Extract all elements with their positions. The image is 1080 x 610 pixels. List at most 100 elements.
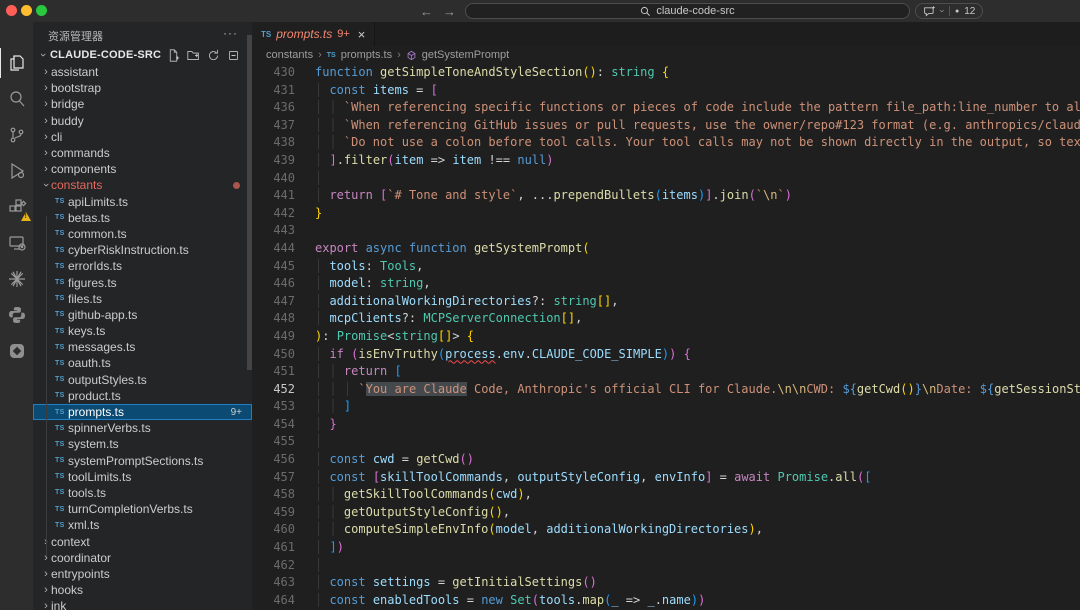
run-debug-icon[interactable] <box>0 156 33 186</box>
code-line-444[interactable]: 444export async function getSystemPrompt… <box>252 240 1080 258</box>
code-line-447[interactable]: 447│ additionalWorkingDirectories?: stri… <box>252 293 1080 311</box>
close-tab-icon[interactable]: × <box>358 27 366 42</box>
code-line-459[interactable]: 459│ │ getOutputStyleConfig(), <box>252 504 1080 522</box>
tree-item-ink[interactable]: ›ink <box>33 598 252 610</box>
tab-prompts-ts[interactable]: TS prompts.ts 9+ × <box>252 22 375 46</box>
tree-item-systemPromptSections-ts[interactable]: TSsystemPromptSections.ts <box>33 453 252 469</box>
tree-item-components[interactable]: ›components <box>33 161 252 177</box>
breadcrumb-symbol[interactable]: getSystemPrompt <box>422 49 509 61</box>
more-actions-icon[interactable]: ··· <box>223 26 238 40</box>
line-number: 445 <box>252 258 295 276</box>
code-line-455[interactable]: 455│ <box>252 433 1080 451</box>
tree-item-toolLimits-ts[interactable]: TStoolLimits.ts <box>33 469 252 485</box>
tab-bar: TS prompts.ts 9+ × <box>252 22 1080 46</box>
tree-item-commands[interactable]: ›commands <box>33 145 252 161</box>
code-line-460[interactable]: 460│ │ computeSimpleEnvInfo(model, addit… <box>252 521 1080 539</box>
tree-item-coordinator[interactable]: ›coordinator <box>33 550 252 566</box>
tree-item-assistant[interactable]: ›assistant <box>33 64 252 80</box>
tree-item-keys-ts[interactable]: TSkeys.ts <box>33 323 252 339</box>
code-line-446[interactable]: 446│ model: string, <box>252 275 1080 293</box>
tree-item-common-ts[interactable]: TScommon.ts <box>33 226 252 242</box>
tree-item-apiLimits-ts[interactable]: TSapiLimits.ts <box>33 194 252 210</box>
code-line-453[interactable]: 453│ │ ] <box>252 398 1080 416</box>
tree-item-figures-ts[interactable]: TSfigures.ts <box>33 274 252 290</box>
refresh-icon[interactable] <box>207 49 220 62</box>
code-line-437[interactable]: 437│ │ `When referencing GitHub issues o… <box>252 117 1080 135</box>
copilot-pill-group[interactable]: › ● 12 <box>915 3 983 19</box>
tree-item-errorIds-ts[interactable]: TSerrorIds.ts <box>33 258 252 274</box>
tree-item-cyberRiskInstruction-ts[interactable]: TScyberRiskInstruction.ts <box>33 242 252 258</box>
tree-item-xml-ts[interactable]: TSxml.ts <box>33 517 252 533</box>
code-line-441[interactable]: 441│ return [`# Tone and style`, ...prep… <box>252 187 1080 205</box>
code-line-456[interactable]: 456│ const cwd = getCwd() <box>252 451 1080 469</box>
code-line-439[interactable]: 439│ ].filter(item => item !== null) <box>252 152 1080 170</box>
forward-button[interactable]: → <box>443 4 456 19</box>
python-icon[interactable] <box>0 300 33 330</box>
new-folder-icon[interactable] <box>187 49 200 62</box>
back-button[interactable]: ← <box>420 4 433 19</box>
code-line-457[interactable]: 457│ const [skillToolCommands, outputSty… <box>252 469 1080 487</box>
tree-item-cli[interactable]: ›cli <box>33 129 252 145</box>
extension-diamond-icon[interactable] <box>0 336 33 366</box>
code-line-430[interactable]: 430function getSimpleToneAndStyleSection… <box>252 64 1080 82</box>
tree-item-entrypoints[interactable]: ›entrypoints <box>33 566 252 582</box>
starburst-icon[interactable] <box>0 264 33 294</box>
code-line-463[interactable]: 463│ const settings = getInitialSettings… <box>252 574 1080 592</box>
tree-item-hooks[interactable]: ›hooks <box>33 582 252 598</box>
ts-file-icon: TS <box>261 30 271 39</box>
code-line-464[interactable]: 464│ const enabledTools = new Set(tools.… <box>252 592 1080 610</box>
tree-item-context[interactable]: ›context <box>33 533 252 549</box>
tree-item-oauth-ts[interactable]: TSoauth.ts <box>33 355 252 371</box>
collapse-all-icon[interactable] <box>227 49 240 62</box>
maximize-window-button[interactable] <box>36 5 47 16</box>
code-line-451[interactable]: 451│ │ return [ <box>252 363 1080 381</box>
command-center-search[interactable]: claude-code-src <box>465 3 910 19</box>
tree-item-label: entrypoints <box>51 567 110 581</box>
explorer-icon[interactable] <box>0 48 33 78</box>
code-line-442[interactable]: 442} <box>252 205 1080 223</box>
code-line-449[interactable]: 449): Promise<string[]> { <box>252 328 1080 346</box>
tree-item-label: common.ts <box>68 227 127 241</box>
close-window-button[interactable] <box>6 5 17 16</box>
tree-item-prompts-ts[interactable]: TSprompts.ts9+ <box>33 404 252 420</box>
tree-item-bridge[interactable]: ›bridge <box>33 96 252 112</box>
tree-item-constants[interactable]: ›constants <box>33 177 252 193</box>
breadcrumb-folder[interactable]: constants <box>266 49 313 61</box>
code-line-452[interactable]: 452│ │ │ `You are Claude Code, Anthropic… <box>252 381 1080 399</box>
tree-item-messages-ts[interactable]: TSmessages.ts <box>33 339 252 355</box>
code-line-440[interactable]: 440│ <box>252 170 1080 188</box>
code-line-448[interactable]: 448│ mcpClients?: MCPServerConnection[], <box>252 310 1080 328</box>
tree-item-outputStyles-ts[interactable]: TSoutputStyles.ts <box>33 372 252 388</box>
remote-explorer-icon[interactable] <box>0 228 33 258</box>
sidebar-title: 资源管理器 <box>48 28 103 44</box>
source-control-icon[interactable] <box>0 120 33 150</box>
tree-item-turnCompletionVerbs-ts[interactable]: TSturnCompletionVerbs.ts <box>33 501 252 517</box>
code-line-458[interactable]: 458│ │ getSkillToolCommands(cwd), <box>252 486 1080 504</box>
code-line-431[interactable]: 431│ const items = [ <box>252 82 1080 100</box>
code-line-438[interactable]: 438│ │ `Do not use a colon before tool c… <box>252 134 1080 152</box>
tree-item-system-ts[interactable]: TSsystem.ts <box>33 436 252 452</box>
code-line-462[interactable]: 462│ <box>252 557 1080 575</box>
minimize-window-button[interactable] <box>21 5 32 16</box>
tree-item-github-app-ts[interactable]: TSgithub-app.ts <box>33 307 252 323</box>
code-line-450[interactable]: 450│ if (isEnvTruthy(process.env.CLAUDE_… <box>252 346 1080 364</box>
tree-item-label: spinnerVerbs.ts <box>68 421 151 435</box>
tree-item-tools-ts[interactable]: TStools.ts <box>33 485 252 501</box>
tree-item-bootstrap[interactable]: ›bootstrap <box>33 80 252 96</box>
code-line-443[interactable]: 443 <box>252 222 1080 240</box>
breadcrumb-file[interactable]: prompts.ts <box>341 49 392 61</box>
code-line-445[interactable]: 445│ tools: Tools, <box>252 258 1080 276</box>
tree-item-buddy[interactable]: ›buddy <box>33 113 252 129</box>
project-root-row[interactable]: › CLAUDE-CODE-SRC <box>33 46 252 64</box>
tree-item-files-ts[interactable]: TSfiles.ts <box>33 291 252 307</box>
code-line-461[interactable]: 461│ ]) <box>252 539 1080 557</box>
code-line-436[interactable]: 436│ │ `When referencing specific functi… <box>252 99 1080 117</box>
extensions-icon[interactable] <box>0 192 33 222</box>
code-area[interactable]: 430function getSimpleToneAndStyleSection… <box>252 64 1080 610</box>
code-line-454[interactable]: 454│ } <box>252 416 1080 434</box>
tree-item-betas-ts[interactable]: TSbetas.ts <box>33 210 252 226</box>
tree-item-product-ts[interactable]: TSproduct.ts <box>33 388 252 404</box>
search-sidebar-icon[interactable] <box>0 84 33 114</box>
new-file-icon[interactable] <box>167 49 180 62</box>
tree-item-spinnerVerbs-ts[interactable]: TSspinnerVerbs.ts <box>33 420 252 436</box>
